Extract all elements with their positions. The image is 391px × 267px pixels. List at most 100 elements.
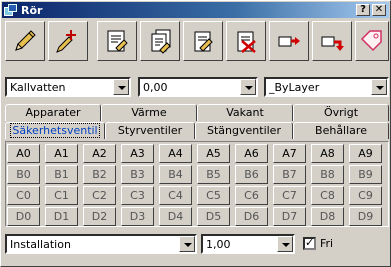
key-button[interactable]: B5 — [197, 165, 230, 184]
key-button[interactable]: C2 — [83, 186, 116, 205]
tab-row-back: Apparater Värme Vakant Övrigt — [5, 104, 389, 121]
tab-label: Apparater — [25, 106, 81, 119]
chevron-down-icon[interactable] — [277, 236, 293, 252]
key-button[interactable]: A0 — [7, 144, 40, 163]
layer-value: _ByLayer — [269, 81, 320, 94]
fri-checkbox[interactable] — [303, 236, 316, 250]
document-stack-icon — [151, 29, 171, 54]
scale-value: 1,00 — [206, 238, 231, 251]
key-button[interactable]: D6 — [235, 207, 268, 226]
tab-ovrigt[interactable]: Övrigt — [293, 104, 389, 121]
key-button[interactable]: A6 — [235, 144, 268, 163]
pipe-arrow-button[interactable] — [269, 21, 309, 61]
key-button[interactable]: D3 — [121, 207, 154, 226]
key-button[interactable]: A8 — [311, 144, 344, 163]
key-button[interactable]: C7 — [273, 186, 306, 205]
key-button[interactable]: C8 — [311, 186, 344, 205]
red-pipe-arrow-2-icon — [321, 36, 344, 51]
tab-label: Värme — [131, 106, 167, 119]
key-button[interactable]: C0 — [7, 186, 40, 205]
category-combo[interactable]: Installation — [5, 234, 197, 254]
tab-label: Säkerhetsventil — [10, 123, 100, 138]
key-button[interactable]: D0 — [7, 207, 40, 226]
dimension-combo[interactable]: 0,00 — [138, 77, 258, 97]
tab-label: Övrigt — [323, 106, 359, 119]
toolbar — [5, 21, 389, 61]
document-edit-button[interactable] — [97, 21, 137, 61]
key-button[interactable]: D4 — [159, 207, 192, 226]
fri-label: Fri — [320, 237, 334, 250]
key-button[interactable]: D1 — [45, 207, 78, 226]
key-button[interactable]: C3 — [121, 186, 154, 205]
dimension-value: 0,00 — [143, 81, 168, 94]
key-button[interactable]: B1 — [45, 165, 78, 184]
medium-combo[interactable]: Kallvatten — [5, 77, 131, 97]
close-button[interactable]: ✕ — [372, 4, 386, 16]
key-button[interactable]: A5 — [197, 144, 230, 163]
category-value: Installation — [10, 238, 71, 251]
chevron-down-icon[interactable] — [240, 79, 256, 95]
tab-vakant[interactable]: Vakant — [197, 104, 293, 121]
key-button[interactable]: B6 — [235, 165, 268, 184]
red-pipe-arrow-icon — [278, 36, 300, 47]
tag-button[interactable] — [355, 21, 389, 61]
document-pen-icon — [194, 31, 213, 52]
key-button[interactable]: A4 — [159, 144, 192, 163]
key-button[interactable]: A1 — [45, 144, 78, 163]
title-bar[interactable]: Rör ? ✕ — [2, 2, 389, 18]
key-button[interactable]: D2 — [83, 207, 116, 226]
window-title: Rör — [21, 3, 43, 17]
key-button[interactable]: A3 — [121, 144, 154, 163]
help-button[interactable]: ? — [356, 4, 370, 16]
key-button[interactable]: C1 — [45, 186, 78, 205]
key-button[interactable]: B9 — [349, 165, 382, 184]
connect-pencil-button[interactable] — [48, 21, 88, 61]
key-button[interactable]: C5 — [197, 186, 230, 205]
tab-stangventiler[interactable]: Stängventiler — [195, 122, 293, 139]
key-button[interactable]: B0 — [7, 165, 40, 184]
pencil-icon — [15, 30, 36, 51]
key-button[interactable]: C4 — [159, 186, 192, 205]
key-button[interactable]: A9 — [349, 144, 382, 163]
tab-varme[interactable]: Värme — [101, 104, 197, 121]
key-button[interactable]: D7 — [273, 207, 306, 226]
tab-sakerhetsventil[interactable]: Säkerhetsventil — [5, 122, 105, 139]
key-button[interactable]: D9 — [349, 207, 382, 226]
key-button[interactable]: B3 — [121, 165, 154, 184]
tag-icon — [360, 30, 382, 52]
document-delete-button[interactable] — [226, 21, 266, 61]
tab-apparater[interactable]: Apparater — [5, 104, 101, 121]
key-button[interactable]: A2 — [83, 144, 116, 163]
tab-label: Styrventiler — [117, 124, 183, 137]
key-button[interactable]: D8 — [311, 207, 344, 226]
key-button[interactable]: A7 — [273, 144, 306, 163]
pipe-arrow-2-button[interactable] — [312, 21, 352, 61]
key-button[interactable]: B7 — [273, 165, 306, 184]
document-delete-icon — [237, 31, 256, 53]
pencil-tool-button[interactable] — [5, 21, 45, 61]
chevron-down-icon[interactable] — [113, 79, 129, 95]
rör-window: Rör ? ✕ Kallvatten 0,00 _ByLayer Apparat… — [0, 0, 391, 267]
tab-label: Stängventiler — [207, 124, 281, 137]
tab-styrventiler[interactable]: Styrventiler — [105, 122, 195, 139]
tab-behallare[interactable]: Behållare — [293, 122, 389, 139]
chevron-down-icon[interactable] — [179, 236, 195, 252]
key-button[interactable]: B4 — [159, 165, 192, 184]
key-button[interactable]: B2 — [83, 165, 116, 184]
key-button[interactable]: C6 — [235, 186, 268, 205]
scale-combo[interactable]: 1,00 — [201, 234, 295, 254]
key-button[interactable]: C9 — [349, 186, 382, 205]
medium-value: Kallvatten — [10, 81, 66, 94]
connect-pencil-icon — [56, 30, 76, 53]
tab-label: Vakant — [226, 106, 264, 119]
document-pen-button[interactable] — [183, 21, 223, 61]
chevron-down-icon[interactable] — [371, 79, 387, 95]
document-stack-button[interactable] — [140, 21, 180, 61]
layer-combo[interactable]: _ByLayer — [264, 77, 389, 97]
key-button[interactable]: D5 — [197, 207, 230, 226]
fri-checkbox-wrap[interactable]: Fri — [303, 236, 334, 250]
tab-row-front: Säkerhetsventil Styrventiler Stängventil… — [5, 122, 389, 139]
document-edit-icon — [107, 30, 128, 52]
key-button[interactable]: B8 — [311, 165, 344, 184]
tab-label: Behållare — [315, 124, 367, 137]
